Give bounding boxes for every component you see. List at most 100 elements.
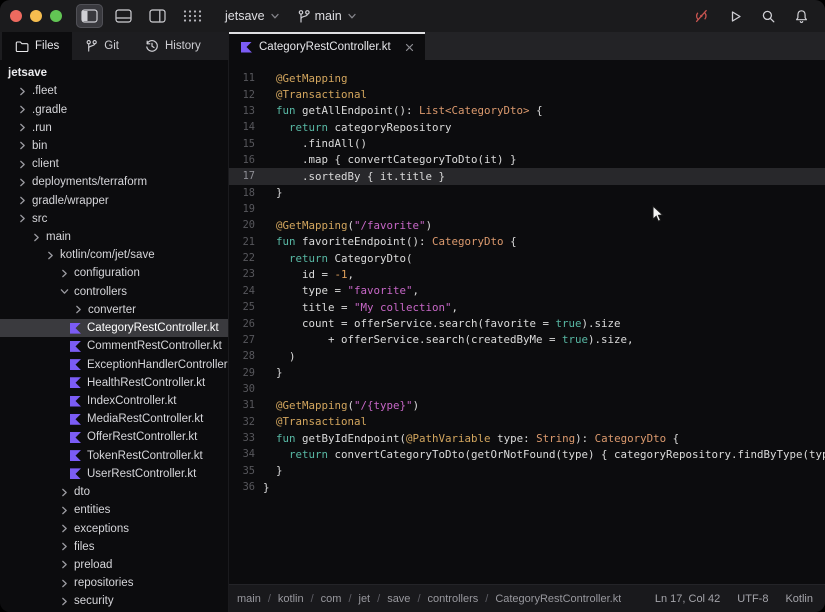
tab-git[interactable]: Git: [72, 32, 132, 60]
tree-item[interactable]: .fleet: [0, 82, 228, 100]
code-line[interactable]: 21 fun favoriteEndpoint(): CategoryDto {: [229, 234, 825, 250]
chevron-right-icon[interactable]: [70, 303, 86, 317]
code-line[interactable]: 13 fun getAllEndpoint(): List<CategoryDt…: [229, 103, 825, 119]
line-number[interactable]: 28: [229, 350, 255, 362]
code-line[interactable]: 16 .map { convertCategoryToDto(it) }: [229, 152, 825, 168]
chevron-right-icon[interactable]: [56, 558, 72, 572]
tree-item[interactable]: security: [0, 592, 228, 610]
chevron-right-icon[interactable]: [56, 522, 72, 536]
line-number[interactable]: 18: [229, 187, 255, 199]
breadcrumb-segment[interactable]: com: [321, 593, 342, 605]
code-line[interactable]: 19: [229, 201, 825, 217]
line-number[interactable]: 35: [229, 465, 255, 477]
editor-tab-categoryrestcontroller[interactable]: CategoryRestController.kt: [229, 32, 425, 60]
minimize-window-button[interactable]: [30, 10, 42, 22]
line-number[interactable]: 31: [229, 399, 255, 411]
chevron-right-icon[interactable]: [28, 230, 44, 244]
close-window-button[interactable]: [10, 10, 22, 22]
line-number[interactable]: 12: [229, 89, 255, 101]
tree-item[interactable]: configuration: [0, 264, 228, 282]
tree-item[interactable]: UserRestController.kt: [0, 465, 228, 483]
tab-history[interactable]: History: [132, 32, 214, 60]
run-button[interactable]: [724, 4, 747, 28]
breadcrumb-segment[interactable]: CategoryRestController.kt: [495, 593, 621, 605]
tree-item[interactable]: entities: [0, 501, 228, 519]
code-line[interactable]: 18 }: [229, 185, 825, 201]
breadcrumb-segment[interactable]: save: [387, 593, 410, 605]
tree-item[interactable]: OfferRestController.kt: [0, 428, 228, 446]
code-line[interactable]: 11 @GetMapping: [229, 70, 825, 86]
line-number[interactable]: 27: [229, 334, 255, 346]
line-number[interactable]: 21: [229, 236, 255, 248]
chevron-right-icon[interactable]: [14, 175, 30, 189]
chevron-right-icon[interactable]: [56, 540, 72, 554]
breadcrumb-segment[interactable]: jet: [359, 593, 371, 605]
tree-item[interactable]: MediaRestController.kt: [0, 410, 228, 428]
notifications-button[interactable]: [790, 4, 813, 28]
tree-item[interactable]: kotlin/com/jet/save: [0, 246, 228, 264]
line-number[interactable]: 32: [229, 416, 255, 428]
tree-item[interactable]: TokenRestController.kt: [0, 447, 228, 465]
line-number[interactable]: 30: [229, 383, 255, 395]
tree-item[interactable]: files: [0, 538, 228, 556]
caret-position[interactable]: Ln 17, Col 42: [655, 593, 720, 605]
line-number[interactable]: 16: [229, 154, 255, 166]
code-line[interactable]: 20 @GetMapping("/favorite"): [229, 217, 825, 233]
tree-item[interactable]: converter: [0, 301, 228, 319]
code-line[interactable]: 36}: [229, 479, 825, 495]
chevron-right-icon[interactable]: [42, 248, 58, 262]
tree-item[interactable]: CategoryRestController.kt: [0, 319, 228, 338]
code-line[interactable]: 14 return categoryRepository: [229, 119, 825, 135]
workspaces-button[interactable]: [178, 4, 207, 28]
line-number[interactable]: 20: [229, 219, 255, 231]
tree-item[interactable]: bin: [0, 137, 228, 155]
file-encoding[interactable]: UTF-8: [737, 593, 768, 605]
code-line[interactable]: 12 @Transactional: [229, 86, 825, 102]
line-number[interactable]: 13: [229, 105, 255, 117]
chevron-right-icon[interactable]: [14, 157, 30, 171]
line-number[interactable]: 17: [229, 170, 255, 182]
line-number[interactable]: 26: [229, 318, 255, 330]
chevron-right-icon[interactable]: [56, 503, 72, 517]
code-line[interactable]: 22 return CategoryDto(: [229, 250, 825, 266]
toggle-right-panel-button[interactable]: [144, 4, 171, 28]
smart-mode-off-button[interactable]: [689, 4, 714, 28]
chevron-down-icon[interactable]: [56, 285, 72, 299]
code-line[interactable]: 33 fun getByIdEndpoint(@PathVariable typ…: [229, 430, 825, 446]
chevron-right-icon[interactable]: [56, 594, 72, 608]
code-line[interactable]: 25 title = "My collection",: [229, 299, 825, 315]
tree-item[interactable]: main: [0, 228, 228, 246]
chevron-right-icon[interactable]: [14, 84, 30, 98]
code-line[interactable]: 35 }: [229, 463, 825, 479]
line-number[interactable]: 34: [229, 448, 255, 460]
toggle-left-panel-button[interactable]: [76, 4, 103, 28]
line-number[interactable]: 11: [229, 72, 255, 84]
line-number[interactable]: 29: [229, 367, 255, 379]
code-line[interactable]: 28 ): [229, 348, 825, 364]
zoom-window-button[interactable]: [50, 10, 62, 22]
code-line[interactable]: 17 .sortedBy { it.title }: [229, 168, 825, 185]
code-editor[interactable]: 11 @GetMapping 12 @Transactional 13 fun ge…: [229, 60, 825, 584]
code-line[interactable]: 23 id = -1,: [229, 266, 825, 282]
chevron-right-icon[interactable]: [14, 103, 30, 117]
line-number[interactable]: 36: [229, 481, 255, 493]
chevron-right-icon[interactable]: [14, 212, 30, 226]
tree-root-jetsave[interactable]: jetsave: [0, 64, 228, 82]
chevron-right-icon[interactable]: [56, 576, 72, 590]
code-line[interactable]: 31 @GetMapping("/{type}"): [229, 397, 825, 413]
branch-switcher[interactable]: main: [297, 9, 358, 24]
breadcrumb-segment[interactable]: main: [237, 593, 261, 605]
tree-item[interactable]: preload: [0, 556, 228, 574]
tree-item[interactable]: IndexController.kt: [0, 392, 228, 410]
line-number[interactable]: 25: [229, 301, 255, 313]
line-number[interactable]: 33: [229, 432, 255, 444]
line-number[interactable]: 23: [229, 268, 255, 280]
tree-item[interactable]: CommentRestController.kt: [0, 337, 228, 355]
chevron-right-icon[interactable]: [14, 139, 30, 153]
close-tab-icon[interactable]: [404, 42, 415, 53]
tree-item[interactable]: HealthRestController.kt: [0, 374, 228, 392]
tree-item[interactable]: exceptions: [0, 519, 228, 537]
code-line[interactable]: 32 @Transactional: [229, 414, 825, 430]
chevron-right-icon[interactable]: [14, 194, 30, 208]
code-line[interactable]: 15 .findAll(): [229, 135, 825, 151]
